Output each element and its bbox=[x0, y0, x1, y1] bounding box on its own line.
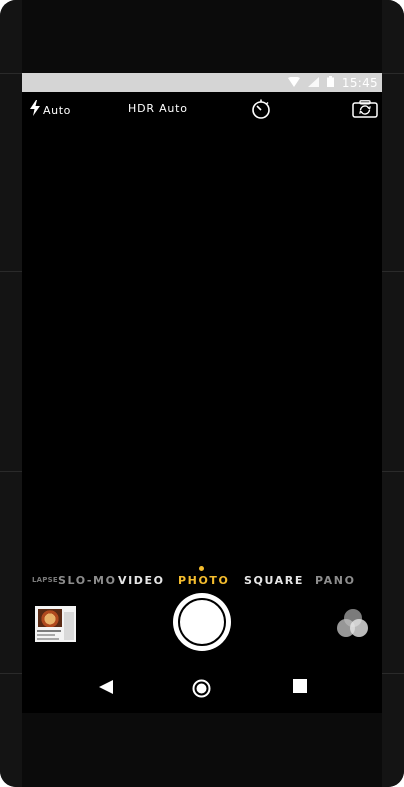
top-controls: Auto HDR Auto bbox=[22, 92, 382, 126]
cell-signal-icon bbox=[307, 74, 319, 92]
status-bar: 15:45 bbox=[22, 73, 382, 92]
viewfinder[interactable] bbox=[22, 126, 382, 563]
flip-camera-button[interactable] bbox=[352, 100, 378, 123]
navigation-bar bbox=[22, 668, 382, 708]
mode-square[interactable]: SQUARE bbox=[244, 574, 304, 587]
back-icon bbox=[98, 680, 114, 699]
flip-camera-icon bbox=[352, 100, 378, 122]
flash-label: Auto bbox=[43, 104, 71, 117]
hdr-toggle[interactable]: HDR Auto bbox=[128, 102, 188, 115]
shutter-button[interactable] bbox=[173, 593, 231, 651]
timer-button[interactable] bbox=[250, 99, 272, 124]
left-bezel bbox=[0, 0, 22, 787]
mode-pano[interactable]: PANO bbox=[315, 574, 356, 587]
wifi-icon bbox=[287, 74, 300, 92]
filters-button[interactable] bbox=[335, 609, 371, 639]
mode-selector: LAPSE SLO-MO VIDEO PHOTO SQUARE PANO bbox=[22, 563, 382, 597]
camera-screen: 15:45 Auto HDR Auto LAPSE SLO-MO VIDEO P… bbox=[22, 73, 382, 713]
home-icon bbox=[192, 679, 211, 702]
flash-icon bbox=[30, 100, 40, 121]
mode-slo-mo[interactable]: SLO-MO bbox=[58, 574, 117, 587]
mode-video[interactable]: VIDEO bbox=[118, 574, 165, 587]
bottom-controls bbox=[22, 593, 382, 651]
recents-icon bbox=[293, 679, 307, 697]
device-frame: 15:45 Auto HDR Auto LAPSE SLO-MO VIDEO P… bbox=[0, 0, 404, 787]
right-bezel bbox=[382, 0, 404, 787]
gallery-thumbnail[interactable] bbox=[35, 606, 76, 642]
home-button[interactable] bbox=[192, 679, 211, 703]
battery-icon bbox=[326, 74, 334, 92]
recents-button[interactable] bbox=[293, 679, 307, 698]
status-time: 15:45 bbox=[341, 75, 378, 90]
selected-mode-indicator bbox=[199, 566, 204, 571]
mode-lapse[interactable]: LAPSE bbox=[32, 576, 58, 584]
flash-toggle[interactable]: Auto bbox=[30, 100, 71, 121]
thumbnail-photo bbox=[38, 609, 62, 627]
back-button[interactable] bbox=[98, 679, 114, 700]
status-icons: 15:45 bbox=[287, 73, 378, 92]
timer-icon bbox=[250, 99, 272, 123]
mode-photo[interactable]: PHOTO bbox=[178, 574, 229, 587]
